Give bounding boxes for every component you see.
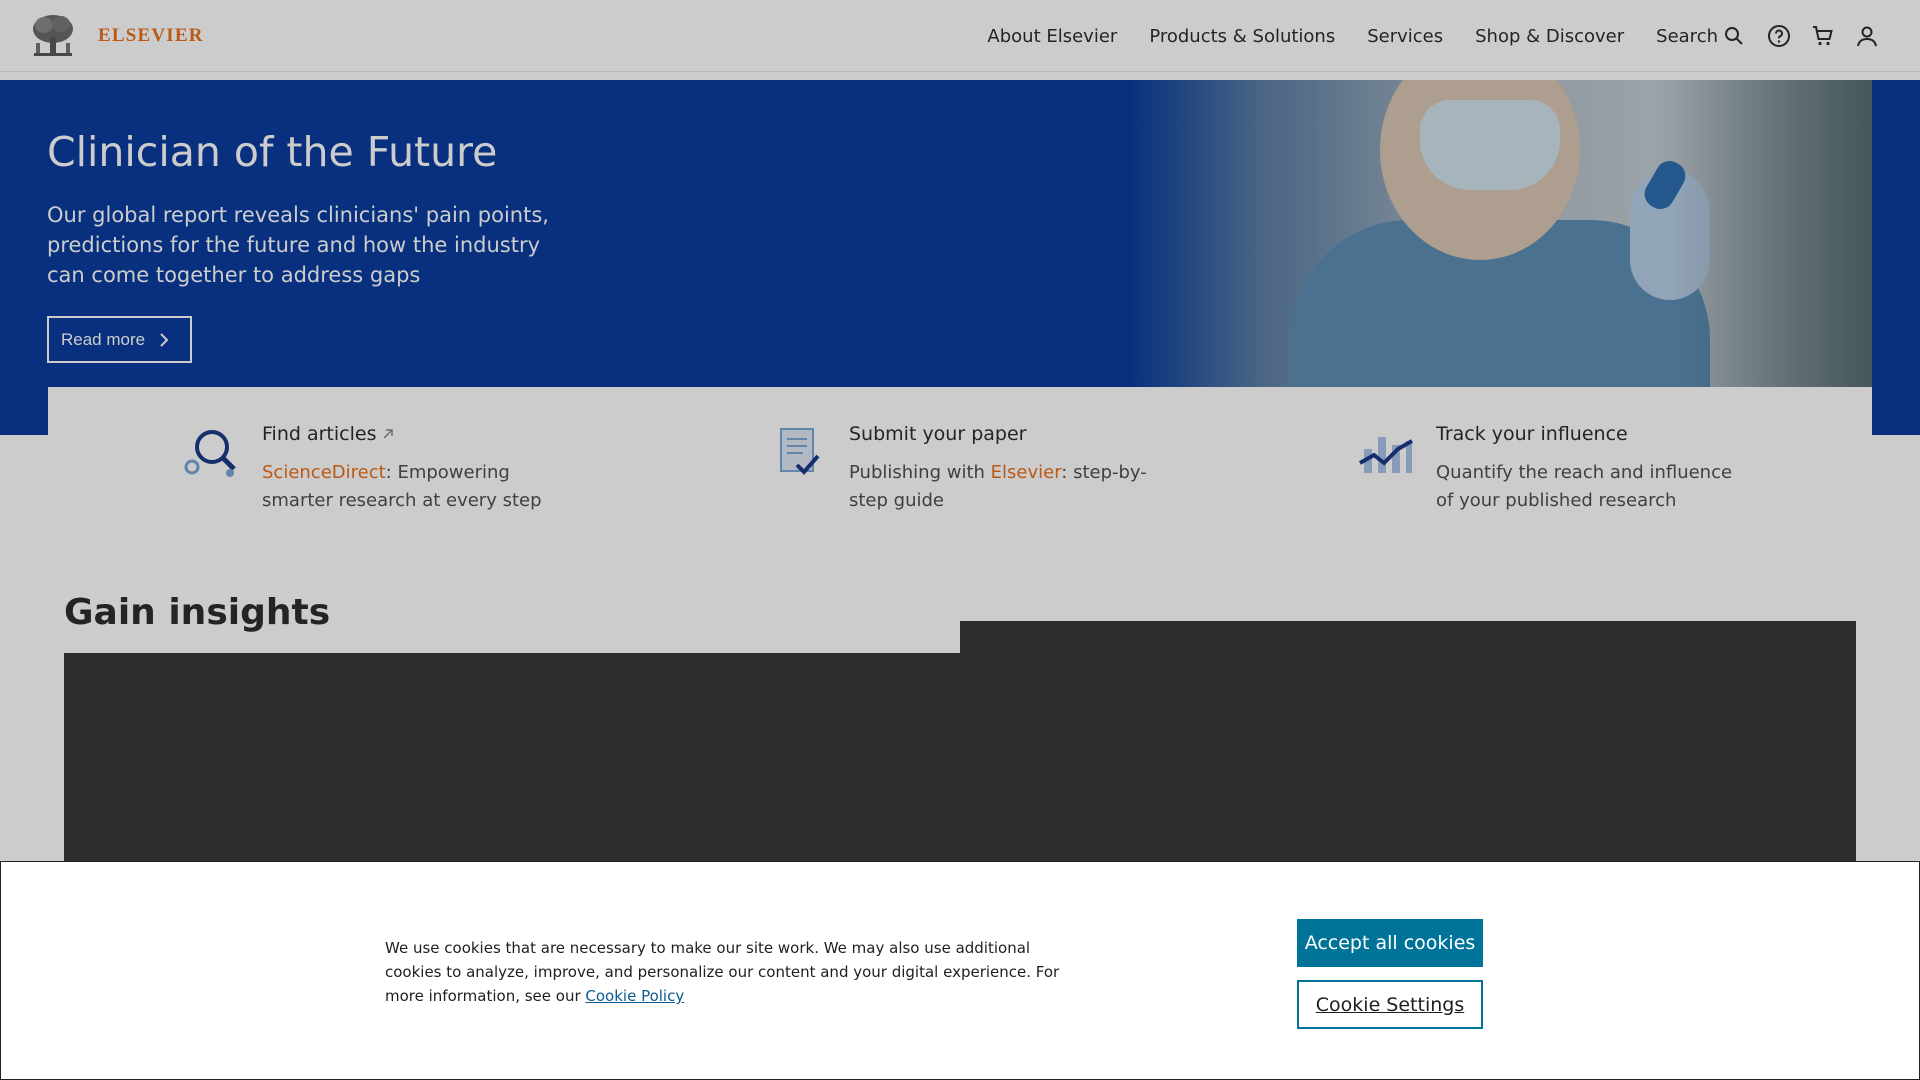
accept-all-cookies-button[interactable]: Accept all cookies bbox=[1297, 919, 1483, 967]
cookie-policy-link[interactable]: Cookie Policy bbox=[585, 987, 684, 1005]
cookie-message: We use cookies that are necessary to mak… bbox=[385, 936, 1085, 1008]
cookie-message-text: We use cookies that are necessary to mak… bbox=[385, 939, 1060, 1005]
cookie-settings-button[interactable]: Cookie Settings bbox=[1297, 980, 1483, 1029]
cookie-banner: We use cookies that are necessary to mak… bbox=[0, 861, 1920, 1080]
